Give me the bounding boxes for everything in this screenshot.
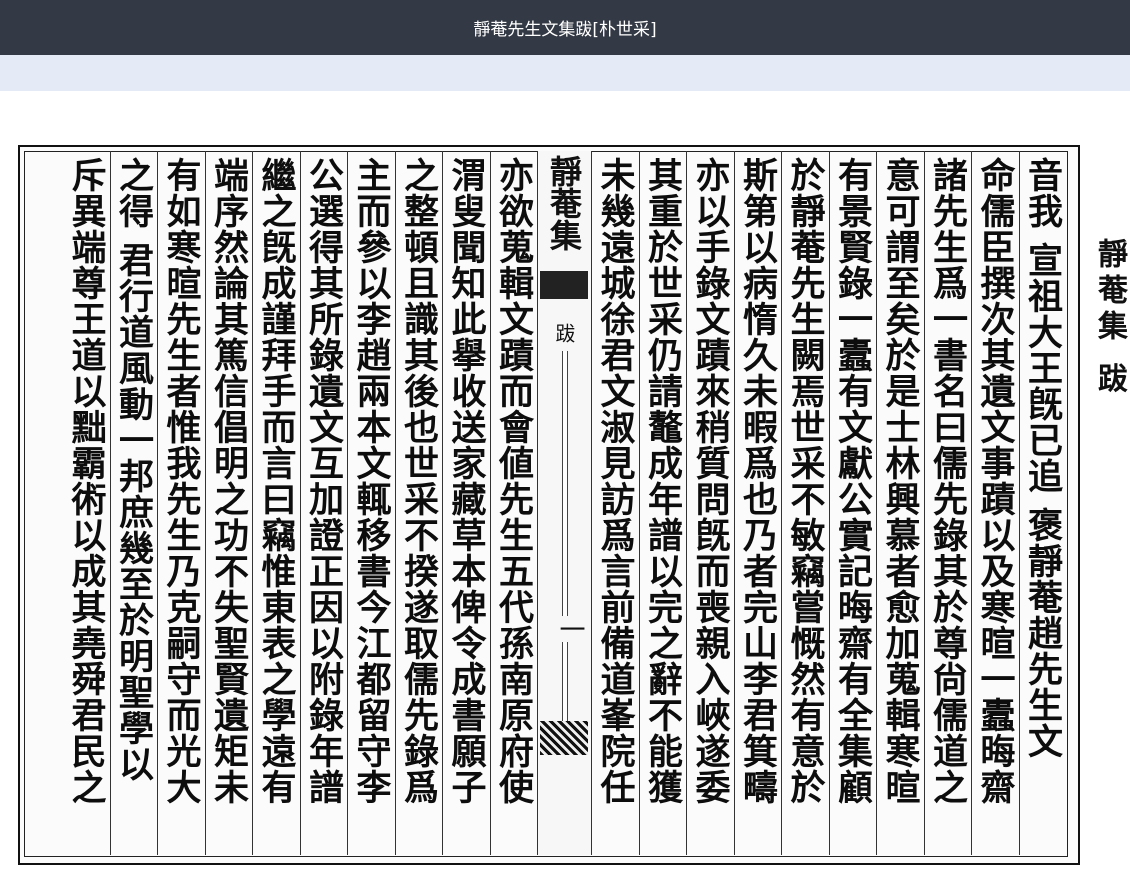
text-column: 有如寒暄先生者惟我先生乃克嗣守而光大 — [157, 151, 205, 855]
text-column: 有景賢錄一蠹有文獻公實記晦齋有全集顧 — [828, 151, 877, 855]
text-column: 未幾遠城徐君文淑見訪爲言前備道峯院任 — [591, 151, 639, 855]
text-column: 渭叟聞知此擧收送家藏草本俾令成書願子 — [442, 151, 490, 855]
toolbar-strip — [0, 55, 1130, 91]
fold-black-mark — [540, 271, 588, 299]
text-column: 亦欲蒐輯文蹟而會値先生五代孫南原府使 — [489, 151, 538, 855]
document-scan: 音我 宣祖大王旣已追 褒靜菴趙先生文 命儒臣撰次其遺文事蹟以及寒暄一蠹晦齋 諸先… — [18, 145, 1080, 865]
text-column: 亦以手錄文蹟來稍質問旣而喪親入峽遂委 — [686, 151, 734, 855]
fold-center-column: 靜菴集 跋 一 — [537, 151, 591, 855]
text-column: 其重於世采仍請鼇成年譜以完之辭不能獲 — [638, 151, 687, 855]
text-column: 之整頓且識其後也世采不揆遂取儒先錄爲 — [394, 151, 443, 855]
text-columns: 音我 宣祖大王旣已追 褒靜菴趙先生文 命儒臣撰次其遺文事蹟以及寒暄一蠹晦齋 諸先… — [24, 151, 1066, 855]
text-column: 公選得其所錄遺文互加證正因以附錄年譜 — [299, 151, 348, 855]
window-title: 靜菴先生文集跋[朴世采] — [473, 20, 657, 40]
text-column: 音我 宣祖大王旣已追 褒靜菴趙先生文 — [1018, 151, 1067, 855]
margin-label: 靜菴集 跋 — [1092, 238, 1127, 399]
text-column: 端序然論其篤信倡明之功不失聖賢遺矩未 — [204, 151, 253, 855]
text-column: 於靜菴先生闕焉世采不敏竊嘗慨然有意於 — [781, 151, 829, 855]
text-column: 繼之旣成謹拜手而言曰竊惟東表之學遠有 — [252, 151, 300, 855]
fold-title: 靜菴集 — [545, 155, 583, 251]
text-column: 主而參以李趙兩本文輒移書今江都留守李 — [347, 151, 395, 855]
text-column: 諸先生爲一書名曰儒先錄其於尊尙儒道之 — [923, 151, 972, 855]
fold-line — [562, 351, 568, 731]
text-column: 斯第以病惰久未暇爲也乃者完山李君箕疇 — [733, 151, 782, 855]
window-title-bar: 靜菴先生文集跋[朴世采] — [0, 0, 1130, 55]
text-column: 意可謂至矣於是士林興慕者愈加蒐輯寒暄 — [876, 151, 924, 855]
fold-page-number: 一 — [552, 616, 589, 642]
text-column: 斥異端尊王道以黜霸術以成其堯舜君民之 — [65, 157, 107, 805]
text-column: 之得 君行道風動一邦庶幾至於明聖學以 — [109, 151, 158, 855]
text-column: 命儒臣撰次其遺文事蹟以及寒暄一蠹晦齋 — [971, 151, 1019, 855]
fold-chapter: 跋 — [552, 323, 576, 343]
fold-fishtail-mark — [540, 721, 588, 755]
